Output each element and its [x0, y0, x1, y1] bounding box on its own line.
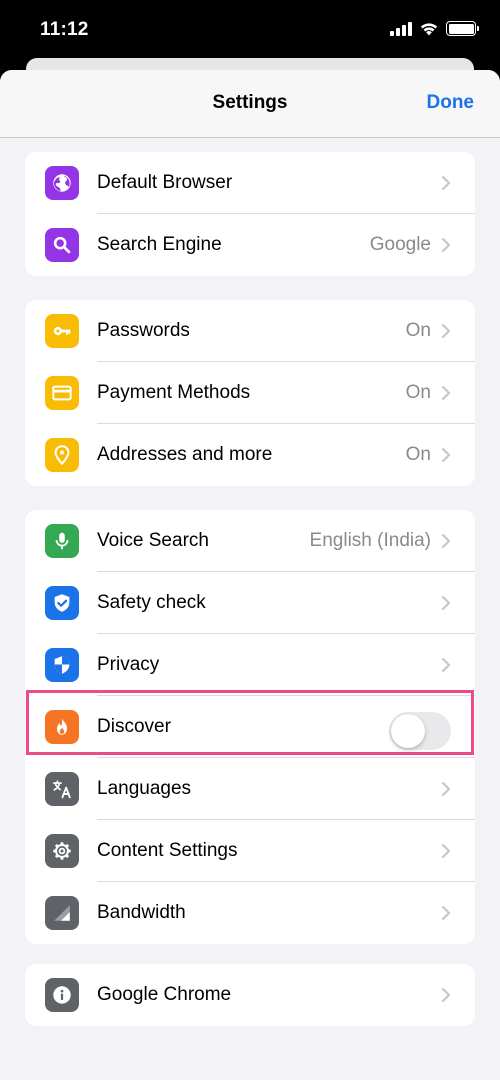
settings-group-general: Voice Search English (India) Safety chec… — [25, 510, 475, 944]
chevron-right-icon — [442, 844, 450, 858]
chevron-right-icon — [442, 782, 450, 796]
row-label: Addresses and more — [97, 444, 273, 465]
signal-bars-icon — [45, 896, 79, 930]
chevron-right-icon — [442, 988, 450, 1002]
shield-check-icon — [45, 586, 79, 620]
location-pin-icon — [45, 438, 79, 472]
page-title: Settings — [212, 92, 288, 113]
status-icons — [390, 21, 479, 36]
row-label: Content Settings — [97, 840, 238, 861]
row-label: Safety check — [97, 592, 206, 613]
status-time: 11:12 — [40, 19, 89, 40]
status-bar: 11:12 — [0, 0, 500, 60]
row-bandwidth[interactable]: Bandwidth — [25, 882, 475, 944]
row-label: Privacy — [97, 654, 160, 675]
chevron-right-icon — [442, 596, 450, 610]
row-languages[interactable]: Languages — [25, 758, 475, 820]
flame-icon — [45, 710, 79, 744]
row-detail: On — [405, 320, 431, 341]
navigation-bar: Settings Done — [0, 70, 500, 138]
chevron-right-icon — [442, 534, 450, 548]
discover-toggle[interactable] — [389, 712, 451, 750]
row-label: Languages — [97, 778, 192, 799]
row-label: Search Engine — [97, 234, 222, 255]
chevron-right-icon — [442, 324, 450, 338]
chevron-right-icon — [442, 906, 450, 920]
chevron-right-icon — [442, 658, 450, 672]
chevron-right-icon — [442, 386, 450, 400]
row-label: Bandwidth — [97, 902, 186, 923]
row-search-engine[interactable]: Search Engine Google — [25, 214, 475, 276]
row-content-settings[interactable]: Content Settings — [25, 820, 475, 882]
row-label: Discover — [97, 716, 171, 737]
row-addresses[interactable]: Addresses and more On — [25, 424, 475, 486]
done-button[interactable]: Done — [427, 92, 475, 114]
chevron-right-icon — [442, 448, 450, 462]
row-google-chrome[interactable]: Google Chrome — [25, 964, 475, 1026]
row-detail: Google — [369, 234, 431, 255]
settings-group-autofill: Passwords On Payment Methods On Addresse… — [25, 300, 475, 486]
gear-icon — [45, 834, 79, 868]
chevron-right-icon — [442, 176, 450, 190]
info-icon — [45, 978, 79, 1012]
row-label: Voice Search — [97, 530, 209, 551]
search-icon — [45, 228, 79, 262]
row-label: Google Chrome — [97, 984, 232, 1005]
row-detail: English (India) — [309, 530, 431, 551]
row-privacy[interactable]: Privacy — [25, 634, 475, 696]
row-safety-check[interactable]: Safety check — [25, 572, 475, 634]
row-detail: On — [405, 382, 431, 403]
toggle-knob — [391, 714, 425, 748]
settings-sheet: Settings Done Default Browser Search Eng… — [0, 70, 500, 1080]
translate-icon — [45, 772, 79, 806]
row-passwords[interactable]: Passwords On — [25, 300, 475, 362]
battery-icon — [446, 21, 479, 36]
settings-group-browser: Default Browser Search Engine Google — [25, 152, 475, 276]
key-icon — [45, 314, 79, 348]
row-payment-methods[interactable]: Payment Methods On — [25, 362, 475, 424]
row-voice-search[interactable]: Voice Search English (India) — [25, 510, 475, 572]
wifi-icon — [420, 23, 438, 36]
globe-icon — [45, 166, 79, 200]
chevron-right-icon — [442, 238, 450, 252]
shield-icon — [45, 648, 79, 682]
row-discover: Discover — [25, 696, 475, 758]
credit-card-icon — [45, 376, 79, 410]
cellular-signal-icon — [390, 21, 412, 36]
settings-group-about: Google Chrome — [25, 964, 475, 1026]
row-default-browser[interactable]: Default Browser — [25, 152, 475, 214]
microphone-icon — [45, 524, 79, 558]
row-label: Default Browser — [97, 172, 233, 193]
row-detail: On — [405, 444, 431, 465]
row-label: Passwords — [97, 320, 190, 341]
row-label: Payment Methods — [97, 382, 251, 403]
